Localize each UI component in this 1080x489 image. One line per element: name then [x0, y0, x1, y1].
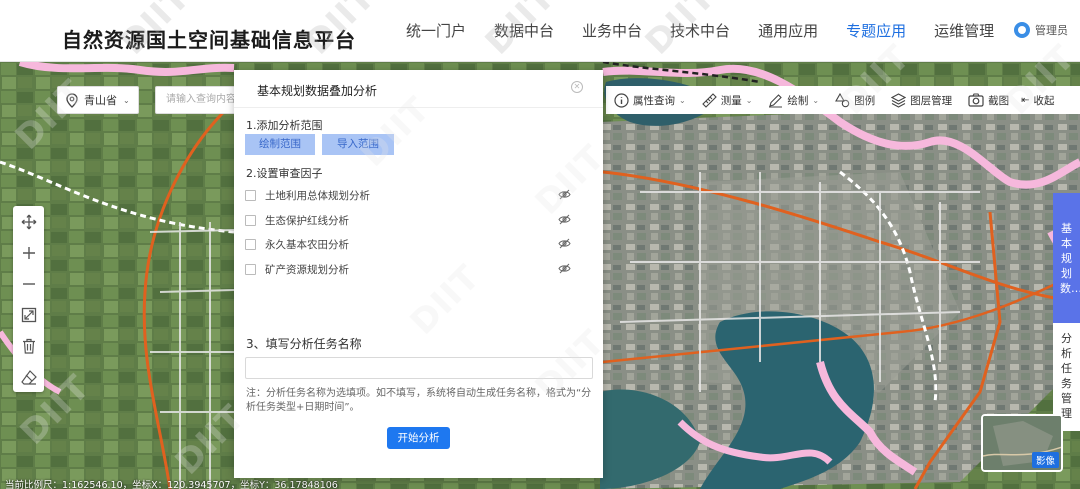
factor-checkbox[interactable]	[245, 214, 256, 226]
legend-tool[interactable]: 图例	[827, 86, 883, 114]
factor-row[interactable]: 矿产资源规划分析	[245, 261, 571, 277]
measure-tool[interactable]: 测量 ⌄	[694, 86, 761, 114]
factor-label: 生态保护红线分析	[265, 214, 349, 227]
nav-tech-center[interactable]: 技术中台	[656, 21, 744, 41]
layers-icon	[891, 92, 907, 108]
nav-general-apps[interactable]: 通用应用	[744, 21, 832, 41]
basemap-label: 影像	[1031, 452, 1059, 468]
factor-checkbox[interactable]	[245, 189, 256, 201]
eye-hidden-icon[interactable]	[558, 214, 571, 225]
layer-manager-tool[interactable]: 图层管理	[883, 86, 960, 114]
map-search-input[interactable]: 请输入查询内容	[155, 86, 240, 114]
camera-icon	[968, 93, 984, 107]
factor-label: 永久基本农田分析	[265, 238, 349, 251]
location-pin-icon	[66, 92, 78, 108]
task-name-note: 注：分析任务名称为选填项。如不填写，系统将自动生成任务名称，格式为“分析任务类型…	[246, 388, 592, 413]
basemap-switcher[interactable]: 影像	[981, 414, 1063, 472]
pencil-icon	[769, 93, 783, 108]
chevron-down-icon: ⌄	[812, 95, 820, 105]
import-extent-button[interactable]: 导入范围	[322, 134, 394, 155]
eraser-icon[interactable]	[13, 361, 44, 392]
eye-hidden-icon[interactable]	[558, 189, 571, 200]
eye-hidden-icon[interactable]	[558, 238, 571, 249]
collapse-label: 收起	[1033, 94, 1055, 107]
region-name: 青山省	[84, 94, 117, 107]
collapse-toolbar-button[interactable]: ⇤ 收起	[1017, 86, 1058, 114]
draw-extent-button[interactable]: 绘制范围	[245, 134, 315, 155]
factor-checkbox[interactable]	[245, 238, 256, 250]
factor-row[interactable]: 土地利用总体规划分析	[245, 187, 571, 203]
nav-special-apps[interactable]: 专题应用	[832, 21, 920, 41]
ruler-icon	[701, 92, 717, 108]
app-title: 自然资源国土空间基础信息平台	[62, 28, 356, 52]
factor-label: 矿产资源规划分析	[265, 263, 349, 276]
nav-business-center[interactable]: 业务中台	[568, 21, 656, 41]
chevron-down-icon: ⌄	[123, 95, 130, 105]
chevron-down-icon: ⌄	[679, 95, 686, 105]
region-select[interactable]: 青山省 ⌄	[57, 86, 139, 114]
zoom-in-icon[interactable]	[13, 237, 44, 268]
nav-data-center[interactable]: 数据中台	[480, 21, 568, 41]
chevron-down-icon: ⌄	[745, 95, 753, 105]
factor-row[interactable]: 永久基本农田分析	[245, 236, 571, 252]
nav-ops[interactable]: 运维管理	[920, 21, 1008, 41]
step2-label: 2.设置审查因子	[246, 167, 323, 180]
user-name: 管理员	[1035, 24, 1068, 37]
panel-title: 基本规划数据叠加分析	[234, 70, 603, 108]
main-nav: 统一门户 数据中台 业务中台 技术中台 通用应用 专题应用 运维管理	[392, 21, 1008, 41]
info-icon	[614, 92, 629, 108]
start-analysis-button[interactable]: 开始分析	[387, 427, 450, 449]
close-icon[interactable]: ✕	[571, 81, 583, 93]
legend-label: 图例	[854, 94, 876, 107]
map-tools	[13, 206, 44, 392]
map-toolbar: 属性查询 ⌄ 测量 ⌄ 绘制 ⌄ 图例 图层管理 截图 ⇤ 收起	[606, 86, 1080, 114]
shapes-icon	[835, 92, 850, 107]
side-tab-basic-planning-label: 基本规划数…	[1060, 222, 1080, 295]
attribute-query-label: 属性查询	[633, 94, 675, 107]
nav-portal[interactable]: 统一门户	[392, 21, 480, 41]
side-tab-task-management-label: 分析任务管理	[1061, 332, 1072, 420]
factor-label: 土地利用总体规划分析	[265, 189, 370, 202]
step1-label: 1.添加分析范围	[246, 119, 323, 132]
full-extent-icon[interactable]	[13, 299, 44, 330]
factor-checkbox[interactable]	[245, 263, 256, 275]
attribute-query-tool[interactable]: 属性查询 ⌄	[606, 86, 694, 114]
measure-label: 测量	[720, 94, 742, 107]
trash-icon[interactable]	[13, 330, 44, 361]
task-name-input[interactable]	[245, 357, 593, 379]
layer-manager-label: 图层管理	[910, 94, 953, 107]
app-header: 自然资源国土空间基础信息平台 统一门户 数据中台 业务中台 技术中台 通用应用 …	[0, 0, 1080, 62]
pan-icon[interactable]	[13, 206, 44, 237]
factor-row[interactable]: 生态保护红线分析	[245, 212, 571, 228]
analysis-panel: 基本规划数据叠加分析 ✕ 1.添加分析范围 绘制范围 导入范围 2.设置审查因子…	[234, 70, 603, 478]
zoom-out-icon[interactable]	[13, 268, 44, 299]
draw-tool[interactable]: 绘制 ⌄	[760, 86, 827, 114]
side-tab-basic-planning[interactable]: 基本规划数…	[1053, 193, 1080, 323]
user-menu[interactable]: 管理员	[1014, 22, 1068, 38]
avatar-icon	[1014, 22, 1030, 38]
collapse-icon: ⇤	[1021, 94, 1030, 106]
draw-label: 绘制	[787, 94, 809, 107]
screenshot-tool[interactable]: 截图	[960, 86, 1017, 114]
eye-hidden-icon[interactable]	[558, 263, 571, 274]
step3-label: 3、填写分析任务名称	[246, 337, 362, 351]
scale-coordinate-readout: 当前比例尺：1:162546.10，坐标X：120.3945707，坐标Y：36…	[5, 480, 338, 489]
screenshot-label: 截图	[988, 94, 1010, 107]
